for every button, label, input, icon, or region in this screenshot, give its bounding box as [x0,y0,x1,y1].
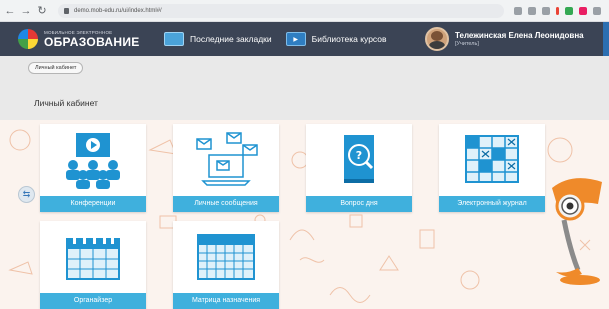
menu-recent-bookmarks[interactable]: Последние закладки [164,32,272,46]
assignment-matrix-icon [173,221,279,293]
tile-gradebook[interactable]: Электронный журнал [439,124,545,212]
tile-label: Личные сообщения [173,196,279,212]
tile-personal-messages[interactable]: Личные сообщения [173,124,279,212]
messages-icon [173,124,279,196]
extension-icon[interactable] [565,6,573,15]
tile-label: Вопрос дня [306,196,412,212]
logo-title: ОБРАЗОВАНИЕ [44,34,140,49]
breadcrumb[interactable]: Личный кабинет [28,62,84,74]
zoom-icon[interactable] [528,6,536,15]
title-band: Личный кабинет Личный кабинет [0,56,609,120]
star-icon[interactable] [542,6,550,15]
logo-icon [18,29,38,49]
organizer-icon [40,221,146,293]
bookmarks-icon [164,32,184,46]
profile-icon[interactable] [593,6,601,15]
arrow-right-icon[interactable]: → [20,5,32,17]
tile-conferences[interactable]: Конференции [40,124,146,212]
page: ← → ↻ demo.mob-edu.ru/ui/index.html#/ МО… [0,0,609,309]
conference-icon [40,124,146,196]
user-role: [Учитель] [455,41,479,47]
mascot-robot-icon [552,178,602,285]
reload-icon[interactable]: ↻ [36,5,48,17]
swap-arrows-icon[interactable]: ⇆ [18,186,35,203]
user-menu[interactable]: Тележинская Елена Леонидовна [Учитель] [425,22,584,56]
menu-label: Последние закладки [190,34,272,44]
question-of-day-icon: ? [306,124,412,196]
extension-icon[interactable] [579,6,587,15]
address-text: demo.mob-edu.ru/ui/index.html#/ [74,7,162,14]
menu-course-library[interactable]: ▶ Библиотека курсов [285,32,387,46]
browser-toolbar: ← → ↻ demo.mob-edu.ru/ui/index.html#/ [0,0,609,22]
address-bar[interactable]: demo.mob-edu.ru/ui/index.html#/ [58,3,504,18]
key-icon[interactable] [514,6,522,15]
avatar [425,27,449,51]
page-title: Личный кабинет [34,98,98,108]
arrow-left-icon[interactable]: ← [4,5,16,17]
tile-label: Конференции [40,196,146,212]
course-library-icon: ▶ [285,32,306,46]
user-name: Тележинская Елена Леонидовна [455,31,584,40]
tile-assignment-matrix[interactable]: Матрица назначения [173,221,279,309]
gradebook-icon [439,124,545,196]
svg-text:?: ? [356,149,362,162]
site-logo[interactable]: МОБИЛЬНОЕ ЭЛЕКТРОННОЕ ОБРАЗОВАНИЕ [0,29,150,49]
menu-label: Библиотека курсов [311,34,387,44]
dashboard-tiles: Конференции Личные сообщения ? Вопрос дн… [0,120,609,309]
extension-icons [514,6,605,15]
header-edge-button[interactable] [603,22,609,56]
site-header: МОБИЛЬНОЕ ЭЛЕКТРОННОЕ ОБРАЗОВАНИЕ Послед… [0,22,609,56]
tile-label: Электронный журнал [439,196,545,212]
tile-label: Органайзер [40,293,146,309]
tile-question-of-day[interactable]: ? Вопрос дня [306,124,412,212]
tile-organizer[interactable]: Органайзер [40,221,146,309]
tile-label: Матрица назначения [173,293,279,309]
extension-icon[interactable] [556,6,559,15]
lock-icon [64,7,69,14]
